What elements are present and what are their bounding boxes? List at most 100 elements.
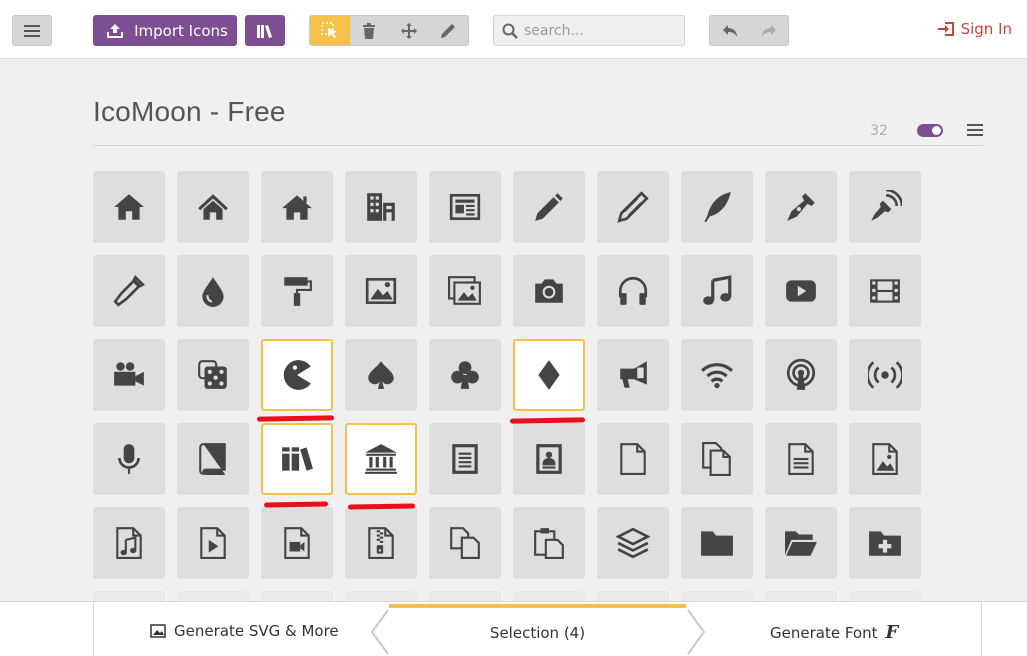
home3-icon bbox=[282, 195, 312, 220]
search-box bbox=[493, 15, 685, 46]
icon-tile-file-text2[interactable] bbox=[765, 423, 837, 495]
icon-tile-pencil[interactable] bbox=[513, 171, 585, 243]
upload-icon bbox=[107, 23, 124, 38]
generate-svg-button[interactable]: Generate SVG & More bbox=[150, 622, 339, 640]
icon-tile-file-music[interactable] bbox=[93, 507, 165, 579]
icon-set-title: IcoMoon - Free bbox=[93, 96, 286, 127]
film-icon bbox=[870, 279, 900, 303]
icon-tile-quill[interactable] bbox=[681, 171, 753, 243]
icon-tile-blog[interactable] bbox=[849, 171, 921, 243]
home-icon bbox=[114, 194, 144, 220]
icon-tile-newspaper[interactable] bbox=[429, 171, 501, 243]
feed-icon bbox=[868, 361, 902, 389]
icon-tile-pen[interactable] bbox=[765, 171, 837, 243]
folder-open-icon bbox=[785, 531, 817, 556]
office-icon bbox=[367, 193, 395, 221]
icon-tile-home2[interactable] bbox=[177, 171, 249, 243]
icon-tile-file-empty[interactable] bbox=[597, 423, 669, 495]
delete-tool-button[interactable] bbox=[350, 16, 390, 45]
books-icon bbox=[282, 447, 313, 471]
icon-tile-copy[interactable] bbox=[429, 507, 501, 579]
set-menu-icon[interactable] bbox=[967, 123, 983, 137]
droplet-icon bbox=[202, 277, 224, 307]
icon-tile-camera[interactable] bbox=[513, 255, 585, 327]
import-icons-button[interactable]: Import Icons bbox=[93, 15, 237, 46]
quill-icon bbox=[704, 192, 731, 222]
set-divider bbox=[93, 145, 983, 146]
sign-in-label: Sign In bbox=[960, 20, 1012, 38]
newspaper-icon bbox=[449, 193, 481, 221]
headphones-icon bbox=[618, 276, 648, 305]
icon-tile-dice[interactable] bbox=[177, 339, 249, 411]
dice-icon bbox=[198, 360, 227, 389]
icon-tile-paint-format[interactable] bbox=[261, 255, 333, 327]
icon-tile-files-empty[interactable] bbox=[681, 423, 753, 495]
icon-tile-folder-plus[interactable] bbox=[849, 507, 921, 579]
play-icon bbox=[786, 280, 816, 302]
icon-tile-file-video[interactable] bbox=[261, 507, 333, 579]
icon-tile-home3[interactable] bbox=[261, 171, 333, 243]
edit-tool-button[interactable] bbox=[429, 16, 469, 45]
icon-tile-pencil2[interactable] bbox=[597, 171, 669, 243]
icon-tile-folder[interactable] bbox=[681, 507, 753, 579]
icon-tile-image[interactable] bbox=[345, 255, 417, 327]
edit-mode-toolgroup bbox=[309, 15, 469, 46]
icon-tile-clubs[interactable] bbox=[429, 339, 501, 411]
icon-tile-folder-open[interactable] bbox=[765, 507, 837, 579]
move-tool-button[interactable] bbox=[389, 16, 429, 45]
generate-svg-label: Generate SVG & More bbox=[174, 622, 339, 640]
icon-tile-film[interactable] bbox=[849, 255, 921, 327]
icon-tile-video-camera[interactable] bbox=[93, 339, 165, 411]
icon-tile-podcast[interactable] bbox=[765, 339, 837, 411]
search-input[interactable] bbox=[524, 22, 674, 39]
main-menu-button[interactable] bbox=[12, 15, 52, 46]
eyedropper-icon bbox=[113, 274, 146, 307]
library-icon bbox=[365, 444, 397, 474]
icon-tile-file-zip[interactable] bbox=[345, 507, 417, 579]
icon-tile-spades[interactable] bbox=[345, 339, 417, 411]
icon-tile-profile[interactable] bbox=[513, 423, 585, 495]
library-button[interactable] bbox=[245, 15, 285, 46]
icon-tile-books[interactable] bbox=[261, 423, 333, 495]
paint-format-icon bbox=[284, 277, 312, 306]
icon-tile-connection[interactable] bbox=[681, 339, 753, 411]
icon-tile-headphones[interactable] bbox=[597, 255, 669, 327]
icon-tile-eyedropper[interactable] bbox=[93, 255, 165, 327]
icon-tile-file-picture[interactable] bbox=[849, 423, 921, 495]
pencil-icon bbox=[441, 23, 456, 38]
copy-icon bbox=[450, 527, 480, 559]
book-icon bbox=[199, 443, 226, 475]
icon-tile-pacman[interactable] bbox=[261, 339, 333, 411]
icon-tile-droplet[interactable] bbox=[177, 255, 249, 327]
file-empty-icon bbox=[620, 443, 646, 475]
icon-tile-office[interactable] bbox=[345, 171, 417, 243]
file-music-icon bbox=[116, 527, 142, 559]
folder-icon bbox=[701, 531, 733, 556]
selection-tab[interactable]: Selection (4) bbox=[389, 604, 686, 656]
icon-tile-library[interactable] bbox=[345, 423, 417, 495]
music-icon bbox=[703, 275, 732, 305]
icon-tile-mic[interactable] bbox=[93, 423, 165, 495]
icon-tile-play[interactable] bbox=[765, 255, 837, 327]
icon-tile-images[interactable] bbox=[429, 255, 501, 327]
sign-in-link[interactable]: Sign In bbox=[937, 20, 1012, 38]
icon-tile-feed[interactable] bbox=[849, 339, 921, 411]
undo-button[interactable] bbox=[710, 16, 749, 45]
icon-tile-home[interactable] bbox=[93, 171, 165, 243]
set-enabled-toggle[interactable] bbox=[917, 124, 943, 137]
icon-tile-paste[interactable] bbox=[513, 507, 585, 579]
icon-tile-bullhorn[interactable] bbox=[597, 339, 669, 411]
file-play-icon bbox=[200, 527, 226, 559]
icon-tile-music[interactable] bbox=[681, 255, 753, 327]
icon-tile-file-play[interactable] bbox=[177, 507, 249, 579]
video-camera-icon bbox=[114, 362, 144, 386]
history-toolgroup bbox=[709, 15, 789, 46]
redo-button[interactable] bbox=[749, 16, 788, 45]
icon-tile-book[interactable] bbox=[177, 423, 249, 495]
generate-font-button[interactable]: Generate Font F bbox=[770, 622, 898, 643]
icon-tile-diamonds[interactable] bbox=[513, 339, 585, 411]
icon-tile-stack[interactable] bbox=[597, 507, 669, 579]
icon-tile-file-text[interactable] bbox=[429, 423, 501, 495]
select-tool-button[interactable] bbox=[310, 16, 350, 45]
folder-plus-icon bbox=[869, 531, 901, 556]
